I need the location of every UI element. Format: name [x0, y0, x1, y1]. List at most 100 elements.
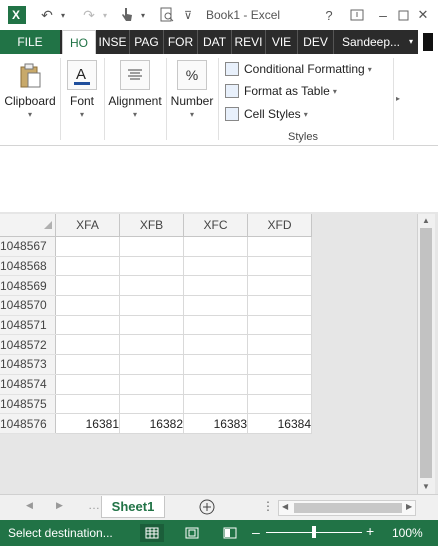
cell[interactable] [119, 354, 184, 375]
column-header[interactable]: XFC [183, 214, 248, 237]
cell[interactable] [119, 236, 184, 257]
clipboard-dropdown-icon[interactable]: ▾ [0, 110, 60, 119]
cell[interactable]: 16382 [119, 413, 184, 434]
account-name[interactable]: Sandeep... [336, 30, 406, 54]
cell[interactable] [119, 295, 184, 316]
number-dropdown-icon[interactable]: ▾ [168, 110, 216, 119]
ribbon-display-options-icon[interactable] [348, 6, 366, 24]
tab-review[interactable]: REVI [232, 30, 266, 54]
cell[interactable] [55, 394, 120, 415]
account-dropdown-icon[interactable]: ▾ [406, 30, 416, 54]
cell[interactable]: 16383 [183, 413, 248, 434]
cell[interactable] [119, 374, 184, 395]
row-header[interactable]: 1048576 [0, 413, 56, 434]
tab-split-handle-icon[interactable]: ⋮ [262, 499, 274, 513]
row-header[interactable]: 1048572 [0, 334, 56, 356]
cell[interactable] [55, 295, 120, 316]
cell[interactable] [247, 315, 312, 336]
clipboard-group[interactable]: Clipboard ▾ [0, 54, 60, 144]
scroll-right-icon[interactable]: ▶ [406, 502, 412, 511]
sheet-scroll-right-icon[interactable]: ▶ [56, 500, 63, 511]
sheet-scroll-left-icon[interactable]: ◀ [26, 500, 33, 511]
touch-dropdown-icon[interactable]: ▾ [138, 6, 148, 24]
cell[interactable] [55, 334, 120, 356]
cell[interactable] [55, 275, 120, 297]
cell[interactable] [119, 256, 184, 277]
tab-formulas[interactable]: FOR [164, 30, 198, 54]
scroll-left-icon[interactable]: ◀ [282, 502, 288, 511]
select-all-corner[interactable] [0, 214, 56, 237]
cell[interactable] [247, 354, 312, 375]
conditional-formatting-button[interactable]: Conditional Formatting ▾ [225, 59, 372, 79]
sheet-tab-sheet1[interactable]: Sheet1 [101, 496, 165, 518]
cell-styles-button[interactable]: Cell Styles ▾ [225, 104, 308, 124]
close-icon[interactable]: ✕ [414, 6, 432, 24]
cell[interactable] [247, 275, 312, 297]
scroll-up-icon[interactable]: ▲ [422, 216, 430, 225]
cell[interactable] [247, 374, 312, 395]
restore-icon[interactable] [394, 6, 412, 24]
zoom-out-icon[interactable]: – [252, 524, 260, 540]
page-break-view-icon[interactable] [218, 524, 242, 542]
cell[interactable] [183, 315, 248, 336]
tab-view[interactable]: VIE [266, 30, 298, 54]
cell[interactable] [183, 256, 248, 277]
column-header[interactable]: XFD [247, 214, 312, 237]
tab-data[interactable]: DAT [198, 30, 232, 54]
alignment-dropdown-icon[interactable]: ▾ [106, 110, 164, 119]
tab-page-layout[interactable]: PAG [130, 30, 164, 54]
page-layout-view-icon[interactable] [180, 524, 204, 542]
column-header[interactable]: XFB [119, 214, 184, 237]
ribbon-scroll-right-icon[interactable]: ▸ [396, 94, 406, 103]
alignment-group[interactable]: Alignment ▾ [106, 54, 164, 144]
cell[interactable] [119, 275, 184, 297]
new-sheet-icon[interactable] [198, 498, 216, 516]
row-header[interactable]: 1048569 [0, 275, 56, 297]
minimize-icon[interactable]: – [374, 6, 392, 24]
cell[interactable] [55, 315, 120, 336]
cell[interactable] [183, 275, 248, 297]
customize-qat-icon[interactable]: ⊽ [182, 6, 194, 24]
print-preview-icon[interactable] [158, 6, 176, 24]
account-avatar[interactable] [418, 30, 438, 54]
row-header[interactable]: 1048567 [0, 236, 56, 257]
tab-file[interactable]: FILE [0, 30, 60, 54]
row-header[interactable]: 1048573 [0, 354, 56, 375]
sheet-more-left-icon[interactable]: … [88, 498, 100, 512]
cell[interactable] [55, 374, 120, 395]
zoom-slider-thumb[interactable] [312, 526, 316, 538]
cell[interactable] [119, 315, 184, 336]
column-header[interactable]: XFA [55, 214, 120, 237]
cell[interactable] [247, 236, 312, 257]
cell[interactable] [183, 374, 248, 395]
touch-mode-icon[interactable] [118, 6, 136, 24]
zoom-in-icon[interactable]: + [366, 523, 374, 539]
row-header[interactable]: 1048570 [0, 295, 56, 316]
cell[interactable] [55, 236, 120, 257]
cell[interactable] [119, 334, 184, 356]
cell[interactable] [55, 256, 120, 277]
cell[interactable] [183, 295, 248, 316]
row-header[interactable]: 1048575 [0, 394, 56, 415]
number-group[interactable]: % Number ▾ [168, 54, 216, 144]
redo-dropdown-icon[interactable]: ▾ [100, 6, 110, 24]
normal-view-icon[interactable] [140, 524, 164, 542]
cell[interactable] [183, 354, 248, 375]
cell[interactable] [183, 394, 248, 415]
font-group[interactable]: A Font ▾ [62, 54, 102, 144]
cell[interactable] [119, 394, 184, 415]
zoom-level[interactable]: 100% [392, 526, 423, 540]
cell[interactable]: 16384 [247, 413, 312, 434]
tab-home[interactable]: HO [62, 30, 96, 54]
scroll-down-icon[interactable]: ▼ [422, 482, 430, 491]
cell[interactable]: 16381 [55, 413, 120, 434]
cell[interactable] [55, 354, 120, 375]
horizontal-scroll-thumb[interactable] [294, 503, 402, 513]
cell[interactable] [247, 334, 312, 356]
cell[interactable] [247, 256, 312, 277]
cell[interactable] [247, 394, 312, 415]
cell[interactable] [183, 236, 248, 257]
vertical-scroll-thumb[interactable] [420, 228, 432, 478]
undo-icon[interactable]: ↶ [38, 6, 56, 24]
row-header[interactable]: 1048571 [0, 315, 56, 336]
